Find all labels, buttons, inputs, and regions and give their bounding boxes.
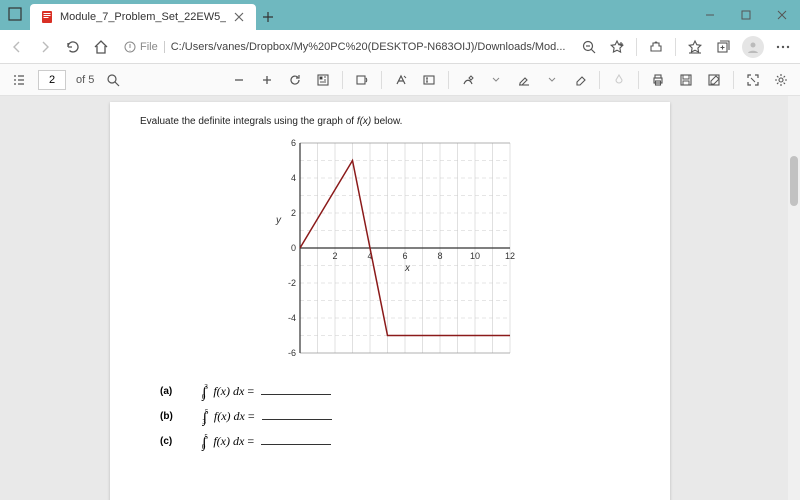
svg-text:2: 2 <box>332 251 337 261</box>
question-row: (c) ∫50f(x) dx = <box>160 433 640 450</box>
more-menu-icon[interactable] <box>774 38 792 56</box>
highlight-icon[interactable] <box>515 71 533 89</box>
profile-avatar[interactable] <box>742 36 764 58</box>
ink-icon[interactable] <box>610 71 628 89</box>
home-button[interactable] <box>92 38 110 56</box>
pdf-viewport[interactable]: Evaluate the definite integrals using th… <box>0 96 800 500</box>
svg-text:0: 0 <box>291 243 296 253</box>
rotate-icon[interactable] <box>286 71 304 89</box>
function-graph: 24681012 0 246 -2-4-6 y x <box>260 133 520 373</box>
svg-text:10: 10 <box>470 251 480 261</box>
question-label: (b) <box>160 411 173 422</box>
question-row: (a) ∫30f(x) dx = <box>160 383 640 400</box>
pdf-page: Evaluate the definite integrals using th… <box>110 102 670 500</box>
tab-close-icon[interactable] <box>232 10 246 24</box>
question-label: (a) <box>160 386 172 397</box>
toolbar-separator <box>636 38 637 56</box>
pdf-toolbar: of 5 <box>0 64 800 96</box>
svg-text:2: 2 <box>291 208 296 218</box>
answer-blank[interactable] <box>261 444 331 445</box>
url-text: C:/Users/vanes/Dropbox/My%20PC%20(DESKTO… <box>171 41 566 53</box>
tab-title: Module_7_Problem_Set_22EW5_ <box>60 11 226 23</box>
refresh-button[interactable] <box>64 38 82 56</box>
window-close-button[interactable] <box>764 0 800 30</box>
window-maximize-button[interactable] <box>728 0 764 30</box>
fullscreen-icon[interactable] <box>744 71 762 89</box>
back-button[interactable] <box>8 38 26 56</box>
address-bar[interactable]: File C:/Users/vanes/Dropbox/My%20PC%20(D… <box>120 41 570 53</box>
settings-gear-icon[interactable] <box>772 71 790 89</box>
favorites-star-icon[interactable] <box>608 38 626 56</box>
insert-text-icon[interactable] <box>420 71 438 89</box>
question-expression: ∫30f(x) dx = <box>202 383 331 400</box>
svg-text:4: 4 <box>291 173 296 183</box>
problem-prompt: Evaluate the definite integrals using th… <box>140 116 640 127</box>
answer-blank[interactable] <box>262 419 332 420</box>
window-controls <box>692 0 800 30</box>
page-view-icon[interactable] <box>314 71 332 89</box>
svg-text:12: 12 <box>505 251 515 261</box>
forward-button[interactable] <box>36 38 54 56</box>
highlight-chevron-icon[interactable] <box>543 71 561 89</box>
answer-blank[interactable] <box>261 394 331 395</box>
x-axis-label: x <box>404 263 411 274</box>
draw-icon[interactable] <box>459 71 477 89</box>
url-protocol: File <box>124 41 165 53</box>
collections-icon[interactable] <box>714 38 732 56</box>
question-label: (c) <box>160 436 172 447</box>
y-axis-label: y <box>275 215 282 226</box>
favorites-icon[interactable] <box>686 38 704 56</box>
svg-text:-2: -2 <box>288 278 296 288</box>
extensions-icon[interactable] <box>647 38 665 56</box>
svg-text:-4: -4 <box>288 313 296 323</box>
new-tab-button[interactable] <box>256 4 280 30</box>
save-icon[interactable] <box>677 71 695 89</box>
window-minimize-button[interactable] <box>692 0 728 30</box>
svg-text:6: 6 <box>402 251 407 261</box>
draw-chevron-icon[interactable] <box>487 71 505 89</box>
browser-tab[interactable]: Module_7_Problem_Set_22EW5_ <box>30 4 256 30</box>
toolbar-separator <box>675 38 676 56</box>
text-icon[interactable] <box>392 71 410 89</box>
svg-text:6: 6 <box>291 138 296 148</box>
print-icon[interactable] <box>649 71 667 89</box>
find-icon[interactable] <box>104 71 122 89</box>
zoom-out-icon[interactable] <box>230 71 248 89</box>
vertical-scrollbar[interactable] <box>788 96 800 500</box>
page-count-label: of 5 <box>76 74 94 86</box>
page-number-input[interactable] <box>38 70 66 90</box>
titlebar: Module_7_Problem_Set_22EW5_ <box>0 0 800 30</box>
zoom-in-icon[interactable] <box>258 71 276 89</box>
erase-icon[interactable] <box>571 71 589 89</box>
tab-actions-icon[interactable] <box>8 7 22 24</box>
question-expression: ∫53f(x) dx = <box>203 408 332 425</box>
contents-icon[interactable] <box>10 71 28 89</box>
read-aloud-icon[interactable] <box>353 71 371 89</box>
svg-text:-6: -6 <box>288 348 296 358</box>
browser-toolbar: File C:/Users/vanes/Dropbox/My%20PC%20(D… <box>0 30 800 64</box>
scrollbar-thumb[interactable] <box>790 156 798 206</box>
svg-text:8: 8 <box>437 251 442 261</box>
pdf-favicon <box>40 10 54 24</box>
zoom-indicator-icon[interactable] <box>580 38 598 56</box>
question-expression: ∫50f(x) dx = <box>202 433 331 450</box>
save-as-icon[interactable] <box>705 71 723 89</box>
question-row: (b) ∫53f(x) dx = <box>160 408 640 425</box>
